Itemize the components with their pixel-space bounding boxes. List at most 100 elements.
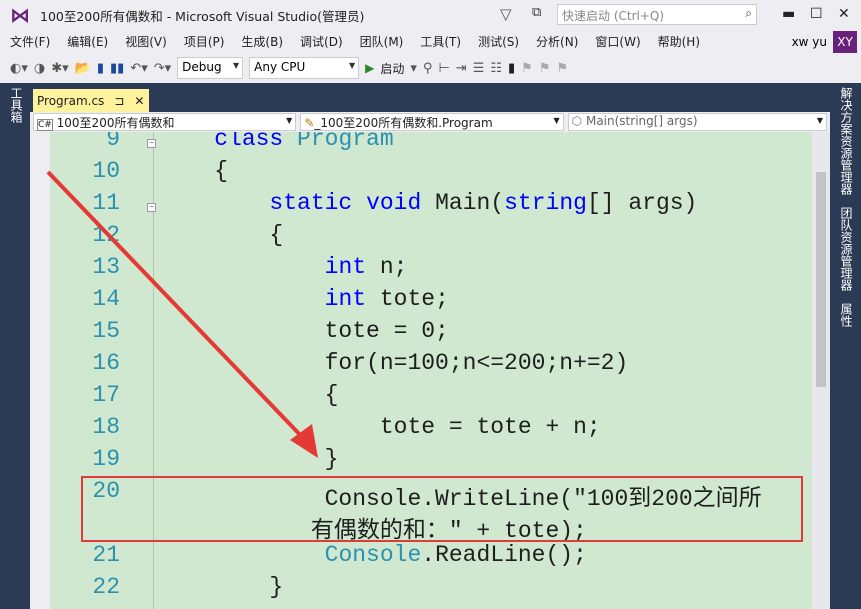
configuration-select[interactable]: Debug ▼ xyxy=(177,57,244,79)
menu-file[interactable]: 文件(F) xyxy=(10,33,50,50)
menu-bar: 文件(F) 编辑(E) 视图(V) 项目(P) 生成(B) 调试(D) 团队(M… xyxy=(0,30,861,53)
feedback-icon[interactable]: ⧉ xyxy=(532,5,541,20)
start-button[interactable]: 启动 xyxy=(380,60,404,77)
save-icon[interactable]: ▮ xyxy=(97,61,104,76)
vertical-scrollbar[interactable] xyxy=(812,132,830,609)
chevron-down-icon: ▼ xyxy=(286,116,293,125)
navigation-bar: C# 100至200所有偶数和 ▼ ✎_100至200所有偶数和.Program ▼… xyxy=(30,112,830,132)
bookmark-next-icon[interactable]: ⚑ xyxy=(539,61,551,76)
close-button[interactable]: ✕ xyxy=(838,6,850,22)
collapse-icon[interactable]: − xyxy=(147,139,156,148)
project-value: 100至200所有偶数和 xyxy=(56,116,175,130)
member-value: Main(string[] args) xyxy=(585,114,698,128)
code-text: } xyxy=(159,574,284,600)
right-panel-strip: 解决方案资源管理器 团队资源管理器 属性 xyxy=(830,83,861,609)
solution-explorer-tab[interactable]: 解决方案资源管理器 xyxy=(838,87,855,195)
menu-team[interactable]: 团队(M) xyxy=(360,33,404,50)
line-number: 21 xyxy=(92,542,120,568)
redo-icon[interactable]: ↷▾ xyxy=(154,61,171,76)
forward-icon[interactable]: ◑ xyxy=(34,61,45,76)
menu-debug[interactable]: 调试(D) xyxy=(300,33,343,50)
code-text: } xyxy=(159,446,339,472)
class-icon: ✎ xyxy=(304,116,315,130)
menu-window[interactable]: 窗口(W) xyxy=(595,33,640,50)
save-all-icon[interactable]: ▮▮ xyxy=(110,61,124,76)
code-text: { xyxy=(159,222,284,248)
back-icon[interactable]: ◐▾ xyxy=(10,61,28,76)
visual-studio-logo-icon: ⋈ xyxy=(10,3,30,27)
maximize-button[interactable]: ☐ xyxy=(810,6,823,22)
configuration-value: Debug xyxy=(182,60,222,74)
menu-view[interactable]: 视图(V) xyxy=(125,33,167,50)
line-number: 9 xyxy=(106,132,120,152)
start-dropdown-icon[interactable]: ▾ xyxy=(410,61,417,76)
find-icon[interactable]: ⚲ xyxy=(423,61,433,76)
window-title: 100至200所有偶数和 - Microsoft Visual Studio(管… xyxy=(40,8,365,24)
tab-label: Program.cs xyxy=(37,93,105,108)
close-tab-icon[interactable]: ✕ xyxy=(134,94,144,108)
code-text: for(n=100;n<=200;n+=2) xyxy=(159,350,629,376)
code-text: Console.ReadLine(); xyxy=(324,542,587,568)
platform-value: Any CPU xyxy=(254,60,306,74)
toolbar: ◐▾ ◑ ✱▾ 📂 ▮ ▮▮ ↶▾ ↷▾ Debug ▼ Any CPU ▼ ▶ 启… xyxy=(0,53,861,83)
avatar[interactable]: XY xyxy=(833,31,857,53)
minimize-button[interactable]: ▬ xyxy=(782,6,795,22)
play-icon[interactable]: ▶ xyxy=(365,61,374,75)
undo-icon[interactable]: ↶▾ xyxy=(130,61,147,76)
line-number: 15 xyxy=(92,318,120,344)
notification-filter-icon[interactable]: ▽ xyxy=(500,5,512,23)
uncomment-icon[interactable]: ☷ xyxy=(490,61,502,76)
chevron-down-icon: ▼ xyxy=(348,61,356,70)
line-number: 11 xyxy=(92,190,120,216)
code-text: int tote; xyxy=(324,286,449,312)
line-number: 13 xyxy=(92,254,120,280)
code-text: { xyxy=(159,382,339,408)
search-icon[interactable]: ⌕ xyxy=(745,6,752,21)
chevron-down-icon: ▼ xyxy=(232,61,240,70)
chevron-down-icon: ▼ xyxy=(816,116,823,125)
open-file-icon[interactable]: 📂 xyxy=(75,61,91,76)
comment-icon[interactable]: ☰ xyxy=(473,61,485,76)
class-value: _100至200所有偶数和.Program xyxy=(314,116,493,130)
menu-help[interactable]: 帮助(H) xyxy=(658,33,700,50)
left-panel-strip: 工具箱 xyxy=(0,83,30,609)
line-number: 22 xyxy=(92,574,120,600)
code-text: class Program xyxy=(214,132,394,152)
team-explorer-tab[interactable]: 团队资源管理器 xyxy=(838,207,855,291)
menu-edit[interactable]: 编辑(E) xyxy=(67,33,108,50)
platform-select[interactable]: Any CPU ▼ xyxy=(249,57,360,79)
menu-tools[interactable]: 工具(T) xyxy=(420,33,461,50)
tab-program-cs[interactable]: Program.cs ⊐ ✕ xyxy=(33,89,149,112)
properties-tab[interactable]: 属性 xyxy=(838,303,855,327)
quick-launch-input[interactable]: 快速启动 (Ctrl+Q) ⌕ xyxy=(557,4,757,25)
line-number: 10 xyxy=(92,158,120,184)
line-number: 14 xyxy=(92,286,120,312)
class-dropdown[interactable]: ✎_100至200所有偶数和.Program ▼ xyxy=(300,113,564,131)
bookmark-icon[interactable]: ▮ xyxy=(508,61,515,76)
scrollbar-thumb[interactable] xyxy=(816,172,826,387)
toolbox-tab[interactable]: 工具箱 xyxy=(8,87,25,123)
menu-build[interactable]: 生成(B) xyxy=(241,33,283,50)
project-dropdown[interactable]: C# 100至200所有偶数和 ▼ xyxy=(33,113,297,131)
step-icon[interactable]: ⊢ xyxy=(438,61,449,76)
member-dropdown[interactable]: ⬡ Main(string[] args) ▼ xyxy=(567,113,827,131)
menu-test[interactable]: 测试(S) xyxy=(478,33,519,50)
line-number: 17 xyxy=(92,382,120,408)
code-text: { xyxy=(159,158,229,184)
line-number: 16 xyxy=(92,350,120,376)
bookmark-prev-icon[interactable]: ⚑ xyxy=(521,61,533,76)
new-project-icon[interactable]: ✱▾ xyxy=(51,61,68,76)
code-text: tote = tote + n; xyxy=(159,414,601,440)
menu-analyze[interactable]: 分析(N) xyxy=(536,33,578,50)
annotation-highlight-box xyxy=(81,476,803,542)
indent-icon[interactable]: ⇥ xyxy=(456,61,467,76)
title-bar: ⋈ 100至200所有偶数和 - Microsoft Visual Studio… xyxy=(0,0,861,30)
line-number: 18 xyxy=(92,414,120,440)
user-name[interactable]: xw yu xyxy=(792,35,827,49)
method-icon: ⬡ xyxy=(571,114,583,128)
bookmark-clear-icon[interactable]: ⚑ xyxy=(556,61,568,76)
menu-project[interactable]: 项目(P) xyxy=(184,33,225,50)
code-text: static void Main(string[] args) xyxy=(269,190,698,216)
pin-icon[interactable]: ⊐ xyxy=(114,94,124,108)
collapse-icon[interactable]: − xyxy=(147,203,156,212)
